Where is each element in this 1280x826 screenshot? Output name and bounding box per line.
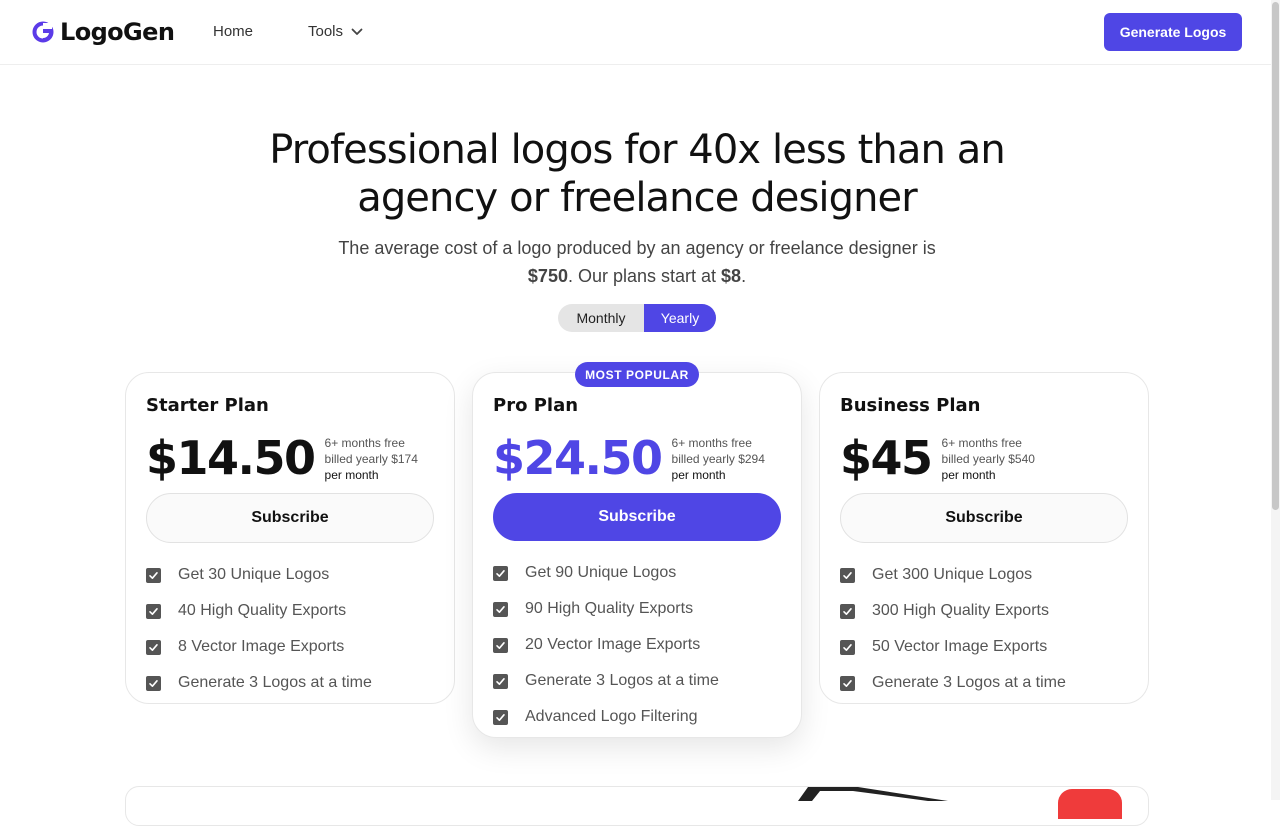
billed-yearly-note: billed yearly $174: [324, 452, 418, 466]
site-header: LogoGen Home Tools Generate Logos: [0, 0, 1280, 65]
hero-subtitle-end: .: [741, 266, 747, 286]
plan-price: $45: [840, 431, 933, 485]
toggle-monthly-button[interactable]: Monthly: [558, 304, 644, 332]
page-title: Professional logos for 40x less than an …: [0, 126, 1274, 222]
nav-tools-label: Tools: [308, 23, 344, 40]
feature-text: Generate 3 Logos at a time: [872, 674, 1066, 691]
plan-name: Starter Plan: [146, 395, 269, 416]
feature-item: 20 Vector Image Exports: [493, 627, 719, 663]
price-details: 6+ months free billed yearly $174 per mo…: [325, 435, 418, 483]
agency-price: $750: [527, 266, 568, 286]
starting-price: $8: [721, 266, 742, 286]
generate-logos-button[interactable]: Generate Logos: [1104, 13, 1242, 51]
subscribe-button-starter[interactable]: Subscribe: [146, 493, 434, 543]
nav-link-home[interactable]: Home: [213, 23, 253, 40]
billed-yearly-note: billed yearly $294: [671, 452, 765, 466]
feature-text: Generate 3 Logos at a time: [178, 674, 372, 691]
feature-item: Get 300 Unique Logos: [840, 557, 1066, 593]
checkbox-checked-icon: [493, 601, 508, 617]
checkbox-checked-icon: [840, 639, 855, 655]
price-details: 6+ months free billed yearly $540 per mo…: [942, 435, 1035, 483]
checkbox-checked-icon: [146, 675, 161, 691]
nav-dropdown-tools[interactable]: Tools: [308, 23, 363, 40]
feature-item: 40 High Quality Exports: [146, 593, 372, 629]
plan-name: Business Plan: [840, 395, 981, 416]
checkbox-checked-icon: [840, 603, 855, 619]
feature-text: 50 Vector Image Exports: [872, 638, 1048, 655]
feature-item: Generate 3 Logos at a time: [493, 663, 719, 699]
toggle-yearly-button[interactable]: Yearly: [644, 304, 716, 332]
checkbox-checked-icon: [493, 709, 508, 725]
feature-text: Generate 3 Logos at a time: [525, 672, 719, 689]
feature-text: Get 30 Unique Logos: [178, 566, 330, 583]
feature-item: Advanced Logo Filtering: [493, 699, 719, 735]
feature-item: 8 Vector Image Exports: [146, 629, 372, 665]
free-months-note: 6+ months free: [941, 436, 1022, 450]
brand-logo[interactable]: LogoGen: [32, 17, 175, 47]
price-row: $45 6+ months free billed yearly $540 pe…: [840, 431, 1035, 485]
feature-item: 50 Vector Image Exports: [840, 629, 1066, 665]
price-details: 6+ months free billed yearly $294 per mo…: [672, 435, 765, 483]
checkbox-checked-icon: [493, 565, 508, 581]
most-popular-badge: MOST POPULAR: [575, 362, 699, 387]
feature-text: Advanced Logo Filtering: [525, 708, 698, 725]
logogen-mark-icon: [32, 21, 54, 43]
hero-subtitle-line-1: The average cost of a logo produced by a…: [338, 238, 936, 258]
plan-price: $24.50: [493, 431, 663, 485]
billed-yearly-note: billed yearly $540: [941, 452, 1035, 466]
page-title-line-1: Professional logos for 40x less than an: [269, 127, 1006, 173]
feature-list: Get 30 Unique Logos 40 High Quality Expo…: [146, 557, 372, 701]
feature-text: 8 Vector Image Exports: [178, 638, 345, 655]
feature-item: Generate 3 Logos at a time: [840, 665, 1066, 701]
feature-text: Get 300 Unique Logos: [872, 566, 1033, 583]
price-row: $14.50 6+ months free billed yearly $174…: [146, 431, 418, 485]
checkbox-checked-icon: [493, 673, 508, 689]
subscribe-button-pro[interactable]: Subscribe: [493, 493, 781, 541]
hero-subtitle-mid: . Our plans start at: [567, 266, 722, 286]
chevron-down-icon: [351, 28, 363, 35]
plan-card-business: Business Plan $45 6+ months free billed …: [819, 372, 1149, 704]
feature-list: Get 300 Unique Logos 300 High Quality Ex…: [840, 557, 1066, 701]
feature-item: Get 90 Unique Logos: [493, 555, 719, 591]
plan-price: $14.50: [146, 431, 316, 485]
billing-period-note: per month: [941, 468, 996, 482]
billing-period-note: per month: [671, 468, 726, 482]
billing-period-note: per month: [324, 468, 379, 482]
scrollbar-thumb[interactable]: [1272, 2, 1279, 510]
checkbox-checked-icon: [840, 675, 855, 691]
logo-sample-image: [798, 787, 948, 801]
plan-name: Pro Plan: [493, 395, 579, 416]
checkbox-checked-icon: [146, 639, 161, 655]
brand-name: LogoGen: [60, 18, 175, 46]
checkbox-checked-icon: [146, 603, 161, 619]
feature-item: Generate 3 Logos at a time: [146, 665, 372, 701]
page-title-line-2: agency or freelance designer: [357, 175, 917, 221]
feature-item: 90 High Quality Exports: [493, 591, 719, 627]
page-scrollbar[interactable]: [1271, 0, 1280, 800]
price-row: $24.50 6+ months free billed yearly $294…: [493, 431, 765, 485]
feature-text: Get 90 Unique Logos: [525, 564, 677, 581]
logo-sample-red-shape: [1058, 789, 1122, 819]
feature-text: 20 Vector Image Exports: [525, 636, 701, 653]
checkbox-checked-icon: [493, 637, 508, 653]
feature-list: Get 90 Unique Logos 90 High Quality Expo…: [493, 555, 719, 735]
feature-text: 90 High Quality Exports: [525, 600, 694, 617]
hero-subtitle: The average cost of a logo produced by a…: [0, 234, 1274, 290]
showcase-section-preview: [125, 786, 1149, 826]
checkbox-checked-icon: [146, 567, 161, 583]
plan-card-starter: Starter Plan $14.50 6+ months free bille…: [125, 372, 455, 704]
plan-card-pro: MOST POPULAR Pro Plan $24.50 6+ months f…: [472, 362, 802, 738]
subscribe-button-business[interactable]: Subscribe: [840, 493, 1128, 543]
free-months-note: 6+ months free: [671, 436, 752, 450]
feature-text: 300 High Quality Exports: [872, 602, 1049, 619]
checkbox-checked-icon: [840, 567, 855, 583]
feature-item: 300 High Quality Exports: [840, 593, 1066, 629]
billing-period-toggle: Monthly Yearly: [558, 304, 716, 332]
free-months-note: 6+ months free: [324, 436, 405, 450]
feature-item: Get 30 Unique Logos: [146, 557, 372, 593]
feature-text: 40 High Quality Exports: [178, 602, 347, 619]
